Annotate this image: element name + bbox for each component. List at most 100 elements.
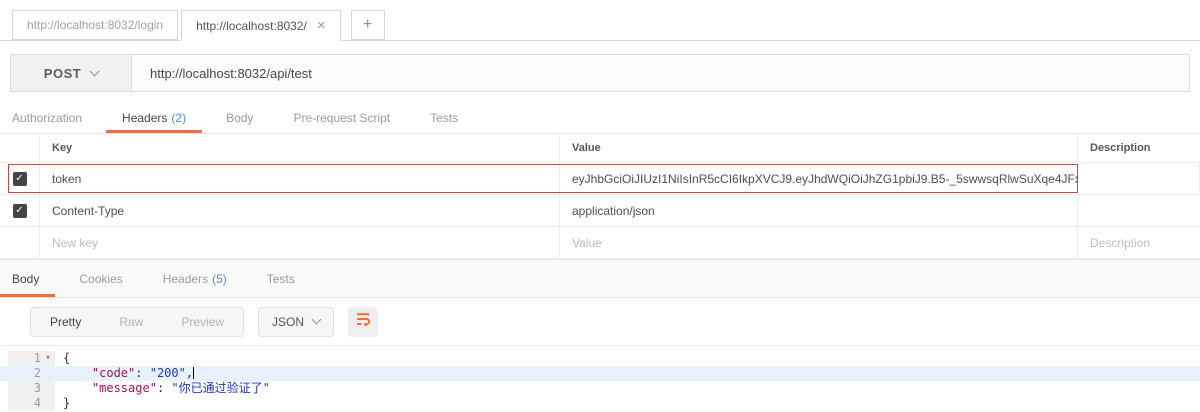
table-row-content-type: ✓ Content-Type application/json bbox=[0, 195, 1200, 227]
chevron-down-icon bbox=[90, 66, 100, 76]
tab-label: Headers bbox=[122, 111, 167, 125]
json-key: "code" bbox=[92, 366, 135, 380]
response-section-tabs: Body Cookies Headers (5) Tests bbox=[0, 259, 1200, 298]
header-value-field[interactable]: application/json bbox=[560, 195, 1078, 226]
tab-headers[interactable]: Headers (2) bbox=[122, 111, 186, 133]
code-line-4: 4 } bbox=[0, 396, 1200, 411]
new-description-input[interactable]: Description bbox=[1078, 227, 1200, 258]
request-tab-label: http://localhost:8032/ bbox=[196, 19, 307, 33]
line-number: 2 bbox=[8, 366, 41, 381]
format-label: JSON bbox=[272, 315, 304, 329]
new-value-input[interactable]: Value bbox=[560, 227, 1078, 258]
check-icon: ✓ bbox=[15, 174, 23, 184]
header-key-field[interactable]: token bbox=[40, 163, 560, 194]
code-text: "code": "200", bbox=[55, 366, 194, 381]
request-tab-login[interactable]: http://localhost:8032/login bbox=[12, 10, 178, 40]
header-description-field[interactable] bbox=[1078, 163, 1200, 194]
code-token: { bbox=[63, 351, 70, 365]
headers-count-badge: (2) bbox=[171, 111, 186, 125]
code-line-1: 1 ▾ { bbox=[0, 351, 1200, 366]
close-tab-icon[interactable]: × bbox=[317, 18, 326, 33]
tab-body[interactable]: Body bbox=[226, 111, 253, 133]
chevron-down-icon bbox=[312, 315, 322, 325]
view-mode-preview[interactable]: Preview bbox=[162, 308, 243, 336]
url-input[interactable]: http://localhost:8032/api/test bbox=[132, 55, 1189, 91]
header-description-field[interactable] bbox=[1078, 195, 1200, 226]
key-column-header: Key bbox=[40, 134, 560, 162]
response-tab-cookies[interactable]: Cookies bbox=[79, 260, 122, 297]
code-text: } bbox=[55, 396, 70, 411]
code-token: : bbox=[157, 381, 171, 395]
headers-table: Key Value Description ✓ token eyJhbGciOi… bbox=[0, 134, 1200, 259]
table-header-row: Key Value Description bbox=[0, 134, 1200, 163]
format-dropdown[interactable]: JSON bbox=[258, 307, 334, 337]
tab-label: Body bbox=[226, 111, 253, 125]
code-text: "message": "你已通过验证了" bbox=[55, 381, 270, 396]
plus-icon: + bbox=[363, 16, 372, 34]
line-gutter: 4 bbox=[8, 396, 55, 411]
tab-label: Body bbox=[12, 272, 39, 286]
tab-pre-request-script[interactable]: Pre-request Script bbox=[293, 111, 390, 133]
line-number: 3 bbox=[8, 381, 41, 396]
table-row-token: ✓ token eyJhbGciOiJIUzI1NiIsInR5cCI6IkpX… bbox=[0, 163, 1200, 195]
tab-label: Headers bbox=[163, 272, 208, 286]
tab-label: Pre-request Script bbox=[293, 111, 390, 125]
url-value: http://localhost:8032/api/test bbox=[150, 66, 312, 81]
tab-label: Authorization bbox=[12, 111, 82, 125]
response-headers-count-badge: (5) bbox=[212, 272, 227, 286]
word-wrap-button[interactable] bbox=[348, 307, 378, 337]
row-checkbox-cell: ✓ bbox=[0, 163, 40, 194]
response-toolbar: Pretty Raw Preview JSON bbox=[0, 298, 1200, 346]
code-line-3: 3 "message": "你已通过验证了" bbox=[0, 381, 1200, 396]
code-line-2: 2 "code": "200", bbox=[0, 366, 1200, 381]
check-icon: ✓ bbox=[15, 206, 23, 216]
code-token bbox=[63, 381, 92, 395]
tab-tests[interactable]: Tests bbox=[430, 111, 458, 133]
fold-spacer bbox=[41, 396, 55, 411]
code-text: { bbox=[55, 351, 70, 366]
response-tab-headers[interactable]: Headers (5) bbox=[163, 260, 227, 297]
header-key-field[interactable]: Content-Type bbox=[40, 195, 560, 226]
fold-spacer bbox=[41, 381, 55, 396]
view-mode-raw[interactable]: Raw bbox=[100, 308, 162, 336]
code-token bbox=[63, 366, 92, 380]
http-method-label: POST bbox=[44, 66, 81, 81]
response-tab-tests[interactable]: Tests bbox=[267, 260, 295, 297]
request-tab-label: http://localhost:8032/login bbox=[27, 18, 163, 32]
json-value: "你已通过验证了" bbox=[171, 381, 269, 395]
new-tab-button[interactable]: + bbox=[351, 10, 385, 40]
tab-label: Cookies bbox=[79, 272, 122, 286]
checkbox-column-header bbox=[0, 134, 40, 162]
view-mode-switcher: Pretty Raw Preview bbox=[30, 307, 244, 337]
window-tab-bar: http://localhost:8032/login http://local… bbox=[0, 0, 1200, 41]
checkbox-checked[interactable]: ✓ bbox=[13, 172, 27, 186]
row-checkbox-cell: ✓ bbox=[0, 195, 40, 226]
new-key-input[interactable]: New key bbox=[40, 227, 560, 258]
word-wrap-icon bbox=[355, 311, 371, 332]
json-value: "200" bbox=[150, 366, 186, 380]
request-tab-current[interactable]: http://localhost:8032/ × bbox=[181, 10, 341, 41]
line-number: 4 bbox=[8, 396, 41, 411]
response-body-editor[interactable]: 1 ▾ { 2 "code": "200", 3 "message": "你已通… bbox=[0, 346, 1200, 411]
line-gutter: 3 bbox=[8, 381, 55, 396]
json-key: "message" bbox=[92, 381, 157, 395]
header-value-field[interactable]: eyJhbGciOiJIUzI1NiIsInR5cCI6IkpXVCJ9.eyJ… bbox=[560, 163, 1078, 194]
view-mode-pretty[interactable]: Pretty bbox=[31, 308, 100, 336]
http-method-dropdown[interactable]: POST bbox=[11, 55, 132, 91]
line-gutter: 1 ▾ bbox=[8, 351, 55, 366]
code-token: : bbox=[135, 366, 149, 380]
checkbox-checked[interactable]: ✓ bbox=[13, 204, 27, 218]
tab-authorization[interactable]: Authorization bbox=[12, 111, 82, 133]
tab-label: Tests bbox=[430, 111, 458, 125]
request-url-bar: POST http://localhost:8032/api/test bbox=[10, 54, 1190, 92]
table-row-new: New key Value Description bbox=[0, 227, 1200, 259]
line-gutter: 2 bbox=[8, 366, 55, 381]
tab-label: Tests bbox=[267, 272, 295, 286]
response-tab-body[interactable]: Body bbox=[12, 260, 39, 297]
text-cursor bbox=[193, 367, 194, 379]
request-section-tabs: Authorization Headers (2) Body Pre-reque… bbox=[0, 111, 1200, 134]
fold-spacer bbox=[41, 366, 55, 381]
fold-arrow-icon[interactable]: ▾ bbox=[41, 351, 55, 366]
code-token: } bbox=[63, 396, 70, 410]
description-column-header: Description bbox=[1078, 134, 1200, 162]
